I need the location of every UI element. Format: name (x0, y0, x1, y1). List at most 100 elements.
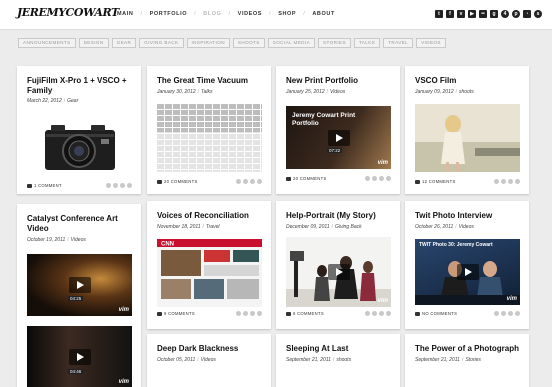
facebook-share-icon[interactable] (372, 176, 377, 181)
post-title[interactable]: Voices of Reconciliation (157, 211, 265, 221)
post-title[interactable]: The Great Time Vacuum (157, 76, 265, 86)
email-share-icon[interactable] (127, 183, 132, 188)
tag-shoots[interactable]: SHOOTS (232, 38, 265, 48)
play-button[interactable] (68, 277, 91, 293)
tag-design[interactable]: DESIGN (78, 38, 109, 48)
foursquare-icon[interactable]: 4 (501, 10, 509, 18)
pinterest-share-icon[interactable] (236, 179, 241, 184)
youtube-icon[interactable]: ▶ (468, 10, 476, 18)
facebook-share-icon[interactable] (501, 311, 506, 316)
email-share-icon[interactable] (515, 311, 520, 316)
tag-stories[interactable]: STORIES (318, 38, 351, 48)
post-thumbnail[interactable] (157, 104, 262, 172)
pinterest-icon[interactable]: p (512, 10, 520, 18)
post-card[interactable]: Voices of Reconciliation November 18, 20… (147, 201, 271, 329)
twitter-share-icon[interactable] (379, 311, 384, 316)
post-category[interactable]: shoots (336, 357, 351, 363)
post-title[interactable]: VSCO Film (415, 76, 523, 86)
twitter-share-icon[interactable] (508, 311, 513, 316)
post-thumbnail[interactable] (27, 114, 132, 174)
pinterest-share-icon[interactable] (365, 176, 370, 181)
post-title[interactable]: Twit Photo Interview (415, 211, 523, 221)
facebook-share-icon[interactable] (372, 311, 377, 316)
nav-item-videos[interactable]: VIDEOS (238, 11, 262, 17)
comment-count[interactable]: 20 COMMENTS (286, 176, 327, 181)
video-thumbnail[interactable]: Jeremy Cowart Print Portfolio 07:22 vim (286, 106, 391, 169)
tag-videos[interactable]: VIDEOS (416, 38, 446, 48)
email-share-icon[interactable] (386, 311, 391, 316)
tag-inspiration[interactable]: INSPIRATION (186, 38, 230, 48)
post-title[interactable]: Sleeping At Last (286, 344, 394, 354)
facebook-share-icon[interactable] (243, 179, 248, 184)
pinterest-share-icon[interactable] (494, 179, 499, 184)
email-share-icon[interactable] (257, 179, 262, 184)
tag-social-media[interactable]: SOCIAL MEDIA (267, 38, 316, 48)
email-share-icon[interactable] (515, 179, 520, 184)
post-category[interactable]: Videos (201, 357, 216, 363)
post-card[interactable]: The Great Time Vacuum January 30, 2012/T… (147, 66, 271, 194)
facebook-share-icon[interactable] (243, 311, 248, 316)
twitter-share-icon[interactable] (120, 183, 125, 188)
pinterest-share-icon[interactable] (106, 183, 111, 188)
post-category[interactable]: Videos (459, 224, 474, 230)
post-thumbnail[interactable]: CNN (157, 239, 262, 307)
twitter-share-icon[interactable] (508, 179, 513, 184)
pinterest-share-icon[interactable] (236, 311, 241, 316)
vimeo-icon[interactable]: v (457, 10, 465, 18)
post-category[interactable]: Gear (67, 98, 78, 104)
comment-count[interactable]: 12 COMMENTS (415, 179, 456, 184)
comment-count[interactable]: NO COMMENTS (415, 311, 457, 316)
pinterest-share-icon[interactable] (365, 311, 370, 316)
video-thumbnail[interactable]: TWIT Photo 30: Jeremy Cowart vim (415, 239, 520, 305)
video-thumbnail[interactable]: 04:46 vim (27, 326, 132, 387)
post-category[interactable]: Giving Back (335, 224, 362, 230)
post-title[interactable]: Help-Portrait (My Story) (286, 211, 394, 221)
post-category[interactable]: Stories (465, 357, 481, 363)
post-card[interactable]: New Print Portfolio January 25, 2012/Vid… (276, 66, 400, 194)
post-category[interactable]: Videos (330, 89, 345, 95)
post-card[interactable]: Deep Dark Blackness October 05, 2011/Vid… (147, 334, 271, 387)
tag-announcements[interactable]: ANNOUNCEMENTS (18, 38, 76, 48)
post-card[interactable]: Catalyst Conference Art Video October 19… (17, 204, 141, 387)
post-category[interactable]: shoots (459, 89, 474, 95)
nav-item-about[interactable]: ABOUT (312, 11, 335, 17)
google-plus-icon[interactable]: g (490, 10, 498, 18)
skype-icon[interactable]: s (534, 10, 542, 18)
post-card[interactable]: Help-Portrait (My Story) December 09, 20… (276, 201, 400, 329)
facebook-icon[interactable]: f (446, 10, 454, 18)
play-button[interactable] (327, 129, 350, 146)
post-title[interactable]: New Print Portfolio (286, 76, 394, 86)
nav-item-shop[interactable]: SHOP (278, 11, 296, 17)
post-category[interactable]: Videos (71, 237, 86, 243)
twitter-share-icon[interactable] (379, 176, 384, 181)
post-title[interactable]: Deep Dark Blackness (157, 344, 265, 354)
twitter-share-icon[interactable] (250, 179, 255, 184)
facebook-share-icon[interactable] (113, 183, 118, 188)
nav-item-main[interactable]: MAIN (117, 11, 133, 17)
comment-count[interactable]: 1 COMMENT (27, 183, 62, 188)
twitter-icon[interactable]: t (435, 10, 443, 18)
post-title[interactable]: The Power of a Photograph (415, 344, 523, 354)
video-thumbnail[interactable]: 04:25 vim (27, 254, 132, 316)
post-title[interactable]: FujiFilm X-Pro 1 + VSCO + Family (27, 76, 135, 96)
video-thumbnail[interactable]: vim (286, 237, 391, 307)
tag-travel[interactable]: TRAVEL (383, 38, 414, 48)
play-button[interactable] (456, 264, 479, 280)
post-category[interactable]: Talks (201, 89, 213, 95)
post-title[interactable]: Catalyst Conference Art Video (27, 214, 135, 234)
tag-gear[interactable]: GEAR (111, 38, 137, 48)
comment-count[interactable]: 9 COMMENTS (157, 311, 195, 316)
comment-count[interactable]: 6 COMMENTS (286, 311, 324, 316)
comment-count[interactable]: 20 COMMENTS (157, 179, 198, 184)
email-share-icon[interactable] (257, 311, 262, 316)
flickr-icon[interactable]: •• (479, 10, 487, 18)
nav-item-blog[interactable]: BLOG (203, 11, 221, 17)
post-card[interactable]: Sleeping At Last September 21, 2011/shoo… (276, 334, 400, 387)
pinterest-share-icon[interactable] (494, 311, 499, 316)
play-button[interactable] (68, 349, 91, 365)
facebook-share-icon[interactable] (501, 179, 506, 184)
email-share-icon[interactable] (386, 176, 391, 181)
nav-item-portfolio[interactable]: PORTFOLIO (150, 11, 187, 17)
post-card[interactable]: Twit Photo Interview October 26, 2011/Vi… (405, 201, 529, 329)
twitter-share-icon[interactable] (250, 311, 255, 316)
